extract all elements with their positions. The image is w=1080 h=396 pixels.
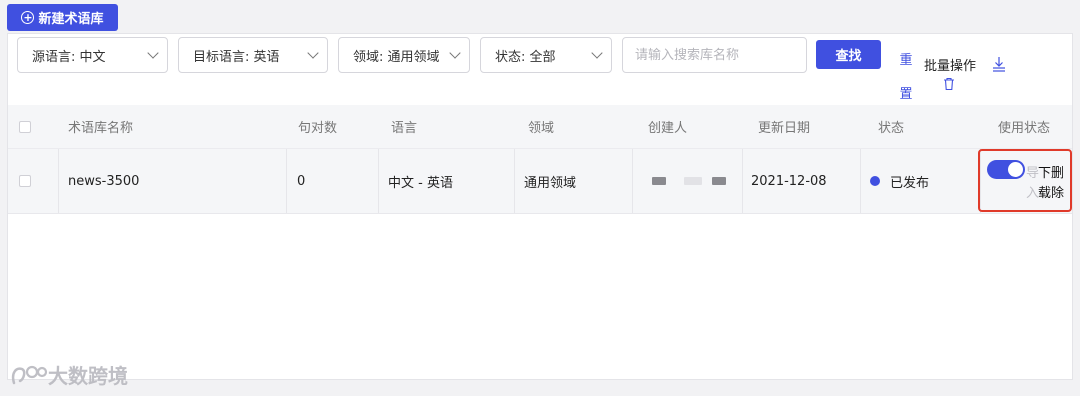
table-header: 术语库名称 句对数 语言 领域 创建人 更新日期 状态 使用状态 — [8, 105, 1072, 149]
domain-value: 领域: 通用领域 — [353, 49, 440, 65]
row-checkbox[interactable] — [19, 175, 31, 187]
source-language-value: 源语言: 中文 — [32, 49, 106, 65]
target-language-select[interactable]: 目标语言: 英语 — [178, 37, 328, 73]
column-header-domain: 领域 — [528, 121, 555, 136]
chevron-down-icon — [147, 47, 159, 59]
domain-select[interactable]: 领域: 通用领域 — [338, 37, 470, 73]
column-header-updated: 更新日期 — [758, 121, 811, 136]
watermark-text: 大数跨境 — [48, 364, 128, 388]
source-language-select[interactable]: 源语言: 中文 — [17, 37, 168, 73]
creator-blurred — [652, 149, 726, 213]
column-header-usage-status: 使用状态 — [998, 121, 1051, 136]
termbase-name[interactable]: news-3500 — [68, 149, 139, 213]
domain-value: 通用领域 — [524, 175, 577, 191]
chevron-down-icon — [449, 47, 461, 59]
language-pair: 中文 - 英语 — [388, 175, 453, 191]
reset-button[interactable]: 重置 — [898, 44, 914, 112]
download-action-part1[interactable]: 下 — [1038, 162, 1051, 181]
download-action-part2[interactable]: 载 — [1038, 182, 1051, 201]
trash-icon[interactable] — [943, 76, 955, 95]
publish-status: 已发布 — [870, 149, 929, 213]
find-button[interactable]: 查找 — [816, 40, 881, 69]
sentence-pair-count: 0 — [297, 173, 306, 189]
table-row: news-3500 0 中文 - 英语 通用领域 2021-12-08 已发布 — [8, 149, 1072, 214]
toggle-knob — [1008, 162, 1023, 177]
chevron-down-icon — [591, 47, 603, 59]
new-termbase-label: 新建术语库 — [38, 12, 104, 27]
status-value: 状态: 全部 — [495, 49, 556, 65]
batch-operations-label: 批量操作 — [924, 59, 977, 74]
column-header-status: 状态 — [878, 121, 905, 136]
new-termbase-button[interactable]: + 新建术语库 — [7, 4, 118, 31]
plus-circle-icon: + — [21, 11, 35, 24]
updated-date: 2021-12-08 — [751, 173, 827, 189]
select-all-checkbox[interactable] — [19, 120, 31, 133]
delete-action-part1[interactable]: 删 — [1051, 162, 1064, 181]
status-dot-icon — [870, 176, 880, 186]
chevron-down-icon — [307, 47, 319, 59]
column-header-count: 句对数 — [298, 121, 338, 136]
search-input[interactable] — [622, 37, 807, 73]
column-header-creator: 创建人 — [648, 121, 688, 136]
delete-action-part2[interactable]: 除 — [1051, 182, 1064, 201]
target-language-value: 目标语言: 英语 — [193, 49, 280, 65]
status-text: 已发布 — [890, 175, 930, 191]
status-select[interactable]: 状态: 全部 — [480, 37, 612, 73]
column-header-name: 术语库名称 — [68, 121, 134, 136]
download-icon[interactable] — [991, 55, 1007, 77]
watermark: 大数跨境 — [10, 360, 128, 389]
watermark-logo-icon — [11, 365, 48, 384]
usage-status-toggle[interactable] — [987, 160, 1025, 179]
column-header-language: 语言 — [391, 121, 418, 136]
